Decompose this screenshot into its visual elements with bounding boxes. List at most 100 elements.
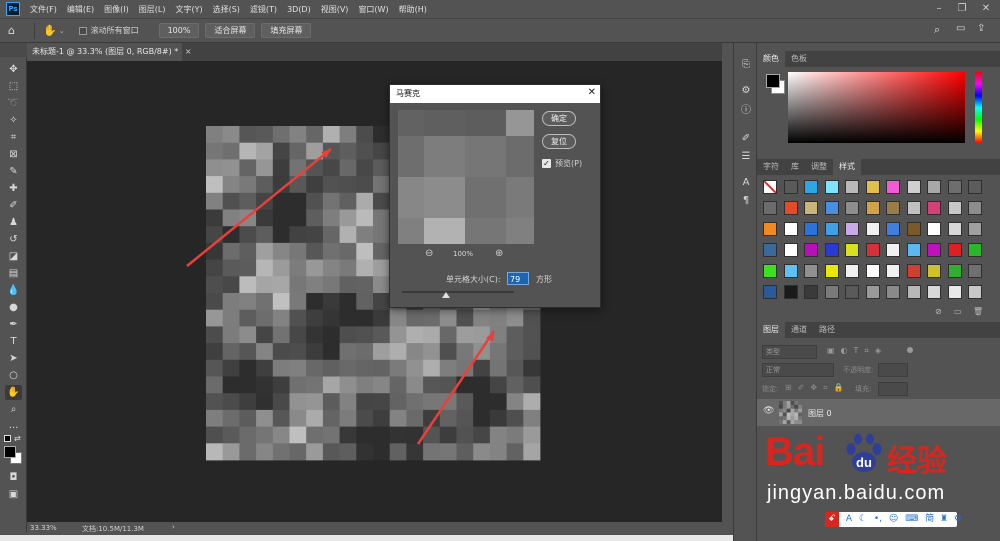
trash-icon[interactable]: 🗑 [973, 307, 983, 316]
style-swatch[interactable] [906, 222, 921, 236]
tab-color[interactable]: 颜色 [757, 51, 785, 67]
style-swatch[interactable] [865, 180, 880, 194]
dodge-tool-icon[interactable]: ● [5, 300, 22, 315]
style-swatch[interactable] [906, 285, 921, 299]
crop-tool-icon[interactable]: ⌗ [5, 130, 22, 145]
style-swatch[interactable] [783, 264, 798, 278]
zoom-out-icon[interactable]: ⊖ [425, 248, 433, 259]
gradient-tool-icon[interactable]: ▤ [5, 266, 22, 281]
style-swatch[interactable] [763, 222, 777, 236]
style-swatch[interactable] [865, 201, 880, 215]
adjust-panel-icon[interactable]: ☰ [740, 151, 752, 163]
status-zoom[interactable]: 33.33% [30, 524, 57, 532]
style-swatch[interactable] [865, 264, 880, 278]
document-tab[interactable]: 未标题-1 @ 33.3% (图层 0, RGB/8#) * × [27, 43, 192, 61]
style-swatch[interactable] [824, 264, 839, 278]
menu-edit[interactable]: 编辑(E) [67, 4, 94, 15]
style-swatch[interactable] [804, 285, 818, 299]
status-arrow-icon[interactable]: › [172, 523, 175, 531]
visibility-eye-icon[interactable]: 👁 [763, 406, 774, 416]
quick-mask-icon[interactable]: ◘ [5, 470, 22, 485]
swap-colors-icon[interactable]: ⇄ [14, 434, 21, 443]
canvas-area[interactable] [27, 61, 722, 522]
pen-tool-icon[interactable]: ✒ [5, 317, 22, 332]
style-swatch[interactable] [783, 222, 798, 236]
menu-select[interactable]: 选择(S) [213, 4, 240, 15]
hue-slider[interactable] [975, 72, 982, 143]
menu-image[interactable]: 图像(I) [104, 4, 129, 15]
style-swatch[interactable] [886, 201, 900, 215]
properties-panel-icon[interactable]: ⚙ [740, 85, 752, 97]
filter-toggle-icon[interactable] [907, 347, 913, 353]
brush-tool-icon[interactable]: ✐ [5, 198, 22, 213]
style-swatch[interactable] [763, 180, 777, 194]
style-swatch[interactable] [865, 243, 880, 257]
style-swatch[interactable] [968, 222, 982, 236]
tab-layers[interactable]: 图层 [757, 322, 785, 338]
style-swatch[interactable] [947, 264, 962, 278]
style-swatch[interactable] [906, 243, 921, 257]
cell-size-slider-thumb[interactable] [441, 292, 450, 298]
ok-button[interactable]: 确定 [542, 111, 576, 126]
style-swatch[interactable] [845, 285, 859, 299]
style-swatch[interactable] [824, 222, 839, 236]
menu-3d[interactable]: 3D(D) [287, 5, 311, 14]
style-swatch[interactable] [865, 222, 880, 236]
ime-moon-icon[interactable]: ☾ [859, 514, 867, 524]
brush-panel-icon[interactable]: ✐ [740, 133, 752, 145]
style-swatch[interactable] [804, 264, 818, 278]
style-swatch[interactable] [927, 222, 941, 236]
menu-help[interactable]: 帮助(H) [399, 4, 427, 15]
type-tool-icon[interactable]: T [5, 334, 22, 349]
style-swatch[interactable] [927, 180, 941, 194]
preview-checkbox[interactable]: ✓ [542, 159, 551, 168]
menu-type[interactable]: 文字(Y) [175, 4, 202, 15]
style-swatch[interactable] [845, 222, 859, 236]
path-selection-tool-icon[interactable]: ➤ [5, 351, 22, 366]
style-swatch[interactable] [906, 180, 921, 194]
style-swatch[interactable] [845, 243, 859, 257]
workspace-icon[interactable]: ▭ [956, 23, 965, 34]
paragraph-panel-icon[interactable]: ¶ [740, 195, 752, 207]
hand-tool-icon[interactable]: ✋ [5, 385, 22, 400]
style-swatch[interactable] [927, 201, 941, 215]
style-swatch[interactable] [824, 243, 839, 257]
history-panel-icon[interactable]: ⎘ [740, 59, 752, 71]
style-swatch[interactable] [947, 243, 962, 257]
screen-mode-icon[interactable]: ▣ [5, 487, 22, 502]
style-swatch[interactable] [783, 180, 798, 194]
zoom-tool-icon[interactable]: ⌕ [5, 402, 22, 417]
zoom-100-button[interactable]: 100% [158, 23, 200, 38]
style-swatch[interactable] [947, 201, 962, 215]
style-swatch[interactable] [824, 201, 839, 215]
style-swatch[interactable] [763, 201, 777, 215]
style-delete-icon[interactable]: ⊘ [935, 307, 942, 316]
foreground-color-swatch[interactable] [4, 446, 16, 458]
tab-libraries[interactable]: 库 [785, 159, 805, 175]
style-swatch[interactable] [804, 201, 818, 215]
ime-a-icon[interactable]: A [846, 514, 852, 524]
style-swatch[interactable] [763, 264, 777, 278]
move-tool-icon[interactable]: ✥ [5, 62, 22, 77]
layer-filter-select[interactable]: 类型 [762, 345, 817, 359]
style-swatch[interactable] [906, 264, 921, 278]
layer-row[interactable]: 👁 图层 0 [757, 399, 1000, 426]
stamp-tool-icon[interactable]: ♟ [5, 215, 22, 230]
default-colors-icon[interactable] [4, 435, 11, 442]
opacity-input[interactable] [878, 363, 908, 377]
dialog-close-icon[interactable]: ✕ [588, 87, 596, 98]
fill-screen-button[interactable]: 填充屏幕 [261, 23, 312, 38]
style-swatch[interactable] [927, 243, 941, 257]
style-swatch[interactable] [804, 243, 818, 257]
cell-size-input[interactable]: 79 [507, 272, 529, 285]
style-swatch[interactable] [927, 264, 941, 278]
close-window-icon[interactable]: ✕ [979, 2, 993, 16]
frame-tool-icon[interactable]: ⊠ [5, 147, 22, 162]
marquee-tool-icon[interactable]: ⬚ [5, 79, 22, 94]
style-swatch[interactable] [968, 201, 982, 215]
magic-wand-tool-icon[interactable]: ✧ [5, 113, 22, 128]
style-swatch[interactable] [845, 201, 859, 215]
blur-tool-icon[interactable]: 💧 [5, 283, 22, 298]
style-swatch[interactable] [783, 285, 798, 299]
ime-punct-icon[interactable]: •, [874, 514, 882, 524]
